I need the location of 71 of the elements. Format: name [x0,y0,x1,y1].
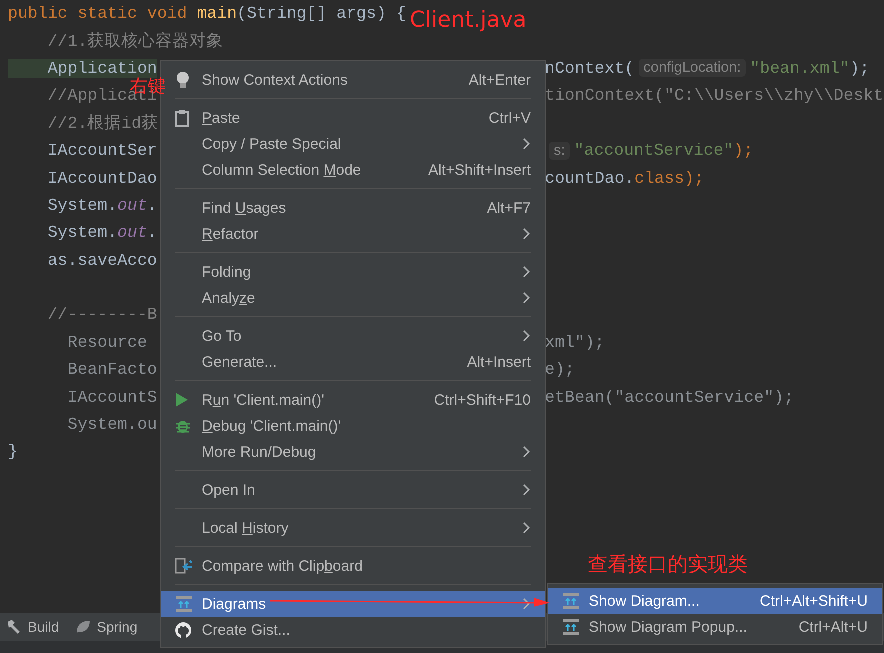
code-text: "bean.xml" [750,58,850,78]
code-line: IAccountS [66,388,158,407]
menu-item[interactable]: More Run/Debug [161,439,545,465]
chevron-icon [523,266,531,278]
chevron-icon [523,228,531,240]
diagram-icon [562,618,580,636]
chevron-icon [523,446,531,458]
code-line: System.out. [46,196,158,215]
chevron-icon [523,522,531,534]
chevron-icon [523,138,531,150]
code-line: System.ou [66,415,158,434]
menu-item[interactable]: Open In [161,477,545,503]
tool-window-button[interactable]: Spring [73,617,146,637]
compare-icon [175,557,193,575]
menu-item[interactable]: Compare with Clipboard [161,553,545,579]
play-icon [175,392,189,408]
chevron-icon [523,598,531,610]
menu-item[interactable]: Go To [161,323,545,349]
chevron-icon [523,292,531,304]
bug-icon [175,418,191,434]
code-line: //2.根据id获 [46,114,159,134]
annotation-label: 查看接口的实现类 [588,551,748,578]
menu-item[interactable]: Folding [161,259,545,285]
code-text: xml"); [545,332,605,352]
diagram-icon [562,592,580,610]
code-text: ); [850,58,870,78]
diagram-icon [175,595,193,613]
menu-item[interactable]: Show Diagram... Ctrl+Alt+Shift+U [548,588,882,614]
menu-item[interactable]: Refactor [161,221,545,247]
menu-item[interactable]: Create Gist... [161,617,545,643]
code-text: countDao. [545,168,635,188]
menu-item[interactable]: Paste Ctrl+V [161,105,545,131]
code-text: "accountService" [574,141,734,160]
code-line: //--------B [46,305,158,324]
menu-item[interactable]: Show Diagram Popup... Ctrl+Alt+U [548,614,882,640]
parameter-hint: configLocation: [638,59,746,78]
menu-item[interactable]: Column Selection Mode Alt+Shift+Insert [161,157,545,183]
menu-item[interactable]: Diagrams [161,591,545,617]
menu-item[interactable]: Debug 'Client.main()' [161,413,545,439]
code-line: as.saveAcco [46,250,158,270]
clipboard-icon [175,110,189,126]
code-line: public static void main(String[] args) { [8,4,406,24]
menu-item[interactable]: Local History [161,515,545,541]
menu-item[interactable]: Run 'Client.main()' Ctrl+Shift+F10 [161,387,545,413]
chevron-icon [523,484,531,496]
code-line: } [8,442,18,462]
github-icon [175,622,192,638]
code-text: class [634,168,684,188]
menu-item[interactable]: Copy / Paste Special [161,131,545,157]
menu-item[interactable]: Analyze [161,285,545,311]
menu-item[interactable]: Generate... Alt+Insert [161,349,545,375]
code-line: //1.获取核心容器对象 [46,32,224,52]
code-text: e); [545,360,575,380]
tool-window-button[interactable]: Build [4,617,68,637]
code-line: BeanFacto [66,360,158,380]
code-text: ); [684,168,704,188]
code-text: ); [734,141,754,160]
code-text: etBean("accountService"); [545,388,794,407]
menu-item[interactable]: Find Usages Alt+F7 [161,195,545,221]
chevron-icon [523,330,531,342]
code-line: System.out. [46,223,158,242]
code-line: Resource [66,332,148,352]
code-line: IAccountDao [46,168,158,188]
code-text: nContext( [545,58,635,78]
annotation-label: Client.java [410,8,527,33]
code-text: tionContext("C:\\Users\\zhy\\Deskt [545,86,884,106]
code-line: IAccountSer [46,141,158,160]
lightbulb-icon [175,71,191,89]
parameter-hint: s: [549,142,570,160]
leaf-icon [75,619,92,635]
hammer-icon [6,619,22,635]
